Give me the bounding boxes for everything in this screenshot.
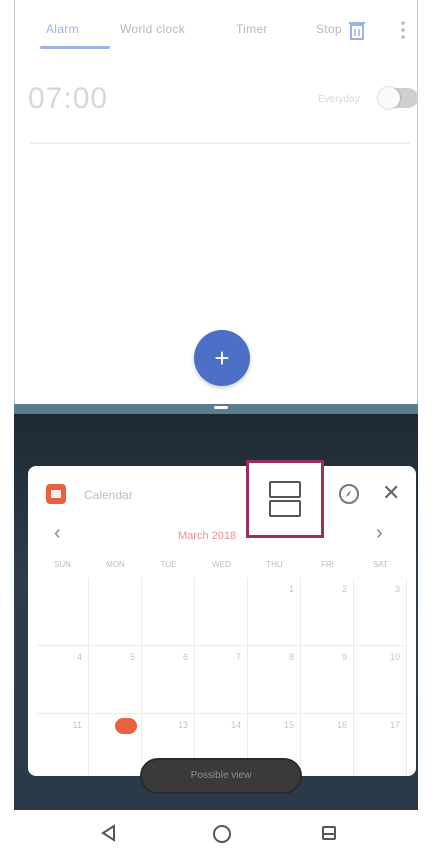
- day-number: 2: [341, 584, 347, 594]
- day-number: 3: [394, 584, 400, 594]
- day-number: 4: [76, 652, 82, 662]
- calendar-app-icon: [46, 484, 66, 504]
- day-number: 11: [72, 720, 82, 730]
- calendar-day-cell[interactable]: 8: [248, 646, 301, 714]
- back-icon[interactable]: [100, 824, 118, 848]
- calendar-day-cell[interactable]: 17: [354, 714, 407, 776]
- chevron-left-icon[interactable]: ‹: [54, 522, 61, 545]
- split-top-pane-icon: [269, 481, 301, 498]
- alarm-item[interactable]: 07:00 Everyday: [14, 74, 418, 144]
- home-icon[interactable]: [212, 824, 232, 850]
- calendar-day-cell[interactable]: 3: [354, 578, 407, 646]
- day-number: 17: [389, 720, 400, 730]
- alarm-time: 07:00: [28, 82, 109, 115]
- calendar-day-cell[interactable]: [89, 714, 142, 776]
- calendar-popup-window: Calendar ✕ ‹ March 2018 › SUN MON TUE WE…: [28, 466, 416, 776]
- possible-view-pill[interactable]: Possible view: [140, 758, 302, 794]
- dow-label: TUE: [160, 560, 177, 569]
- dow-label: SUN: [54, 560, 71, 569]
- day-number: 16: [336, 720, 347, 730]
- calendar-day-cell[interactable]: 1: [248, 578, 301, 646]
- trash-icon[interactable]: [348, 20, 366, 45]
- dow-label: MON: [106, 560, 125, 569]
- calendar-day-cell[interactable]: 5: [89, 646, 142, 714]
- tab-timer[interactable]: Timer: [236, 22, 268, 36]
- day-number: 8: [288, 652, 294, 662]
- calendar-day-cell[interactable]: 9: [301, 646, 354, 714]
- alarm-repeat-label: Everyday: [318, 94, 360, 105]
- calendar-day-cell[interactable]: 10: [354, 646, 407, 714]
- pill-label: Possible view: [190, 770, 252, 781]
- calendar-day-cell[interactable]: [195, 578, 248, 646]
- add-alarm-button[interactable]: +: [194, 330, 250, 386]
- tab-alarm[interactable]: Alarm: [46, 22, 79, 36]
- day-number: 10: [389, 652, 400, 662]
- more-vert-icon[interactable]: [400, 20, 406, 45]
- tab-world-clock[interactable]: World clock: [120, 22, 185, 36]
- calendar-day-cell[interactable]: 16: [301, 714, 354, 776]
- day-number: 6: [182, 652, 188, 662]
- day-number: 14: [230, 720, 241, 730]
- tab-bar: Alarm World clock Timer Stopwatch: [14, 10, 418, 52]
- day-number: 1: [288, 584, 294, 594]
- tab-indicator: [40, 46, 110, 49]
- divider-handle[interactable]: [214, 406, 228, 409]
- month-label: March 2018: [178, 530, 237, 542]
- dow-label: THU: [266, 560, 283, 569]
- calendar-day-cell[interactable]: [89, 578, 142, 646]
- calendar-day-cell[interactable]: 11: [36, 714, 89, 776]
- day-number: 13: [177, 720, 188, 730]
- dow-label: SAT: [373, 560, 388, 569]
- popup-app-name: Calendar: [84, 488, 133, 502]
- calendar-day-cell[interactable]: 2: [301, 578, 354, 646]
- day-number: 15: [283, 720, 294, 730]
- day-number: 5: [129, 652, 135, 662]
- day-number: 7: [235, 652, 241, 662]
- dow-label: FRI: [321, 560, 334, 569]
- split-view-button[interactable]: [246, 460, 324, 538]
- close-icon[interactable]: ✕: [382, 480, 400, 506]
- split-bottom-pane-icon: [269, 500, 301, 517]
- calendar-grid: 1 2 3 4 5 6 7 8 9 10 11 13 14 15 16 17: [36, 578, 408, 776]
- split-view-icon[interactable]: [322, 826, 336, 840]
- compass-icon[interactable]: [339, 484, 359, 504]
- calendar-day-cell[interactable]: [36, 578, 89, 646]
- day-number: 9: [341, 652, 347, 662]
- calendar-day-cell[interactable]: 4: [36, 646, 89, 714]
- calendar-day-cell[interactable]: 7: [195, 646, 248, 714]
- dow-label: WED: [212, 560, 231, 569]
- today-marker: [115, 718, 137, 734]
- chevron-right-icon[interactable]: ›: [376, 522, 383, 545]
- day-of-week-row: SUN MON TUE WED THU FRI SAT: [36, 560, 408, 574]
- calendar-day-cell[interactable]: 6: [142, 646, 195, 714]
- tab-stopwatch[interactable]: Stopwatch: [316, 22, 342, 36]
- divider-line: [30, 142, 410, 144]
- alarm-toggle[interactable]: [378, 87, 418, 109]
- calendar-day-cell[interactable]: [142, 578, 195, 646]
